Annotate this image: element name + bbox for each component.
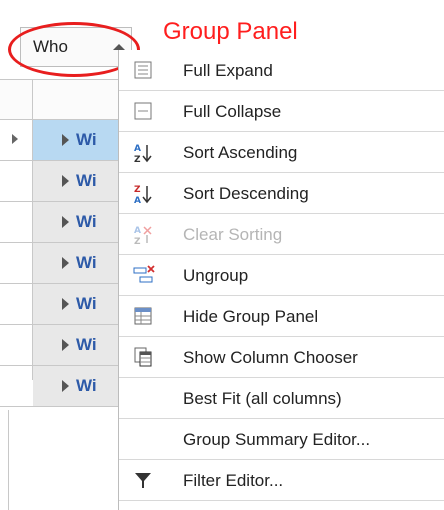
menu-item-ungroup[interactable]: Ungroup <box>119 255 444 296</box>
hide-group-panel-icon <box>133 306 153 326</box>
menu-item-label: Group Summary Editor... <box>183 430 371 449</box>
menu-item-label: Show Column Chooser <box>183 348 358 367</box>
group-row-text: Wi <box>76 335 97 354</box>
expand-row-icon[interactable] <box>62 175 69 187</box>
menu-item-clear-sorting: A Z Clear Sorting <box>119 214 444 255</box>
expand-row-icon[interactable] <box>62 339 69 351</box>
menu-item-label: Full Expand <box>183 61 273 80</box>
full-expand-icon <box>133 60 153 80</box>
focused-row-indicator-icon <box>12 134 18 144</box>
group-row-text: Wi <box>76 376 97 395</box>
group-row-text: Wi <box>76 212 97 231</box>
expand-row-icon[interactable] <box>62 257 69 269</box>
menu-item-best-fit-all-columns[interactable]: Best Fit (all columns) <box>119 378 444 419</box>
svg-text:Z: Z <box>134 185 141 195</box>
expand-row-icon[interactable] <box>62 298 69 310</box>
expand-row-icon[interactable] <box>62 216 69 228</box>
menu-item-label: Hide Group Panel <box>183 307 319 326</box>
group-row-text: Wi <box>76 253 97 272</box>
svg-text:A: A <box>134 196 141 205</box>
group-panel-annotation: Group Panel <box>163 18 298 45</box>
svg-text:Z: Z <box>134 155 141 164</box>
grid-bottom-edge <box>0 410 9 510</box>
menu-item-label: Full Collapse <box>183 102 282 121</box>
group-row-text: Wi <box>76 130 97 149</box>
ungroup-icon <box>133 265 155 285</box>
menu-item-label: Clear Sorting <box>183 225 283 244</box>
svg-text:Z: Z <box>134 237 141 246</box>
column-chooser-icon <box>133 347 153 367</box>
expand-row-icon[interactable] <box>62 134 69 146</box>
filter-icon <box>133 470 153 490</box>
menu-item-group-summary-editor[interactable]: Group Summary Editor... <box>119 419 444 460</box>
expand-row-icon[interactable] <box>62 380 69 392</box>
menu-item-full-collapse[interactable]: Full Collapse <box>119 91 444 132</box>
menu-item-show-column-chooser[interactable]: Show Column Chooser <box>119 337 444 378</box>
group-row-text: Wi <box>76 171 97 190</box>
menu-item-sort-descending[interactable]: Z A Sort Descending <box>119 173 444 214</box>
menu-item-label: Filter Editor... <box>183 471 284 490</box>
menu-item-filter-editor[interactable]: Filter Editor... <box>119 460 444 501</box>
menu-item-label: Best Fit (all columns) <box>183 389 342 408</box>
group-panel-context-menu: Full Expand Full Collapse A Z Sort Ascending… <box>118 50 444 510</box>
menu-item-label: Ungroup <box>183 266 249 285</box>
menu-item-label: Sort Ascending <box>183 143 298 162</box>
clear-sorting-icon: AZ <box>133 224 153 247</box>
menu-item-label: Sort Descending <box>183 184 309 203</box>
sort-descending-icon: ZA <box>133 183 153 206</box>
svg-text:A: A <box>134 144 141 154</box>
menu-item-sort-ascending[interactable]: A Z Sort Ascending <box>119 132 444 173</box>
menu-item-hide-group-panel[interactable]: Hide Group Panel <box>119 296 444 337</box>
svg-text:A: A <box>134 226 141 236</box>
menu-item-full-expand[interactable]: Full Expand <box>119 50 444 91</box>
full-collapse-icon <box>133 101 153 121</box>
group-row-text: Wi <box>76 294 97 313</box>
sort-ascending-icon: AZ <box>133 142 153 165</box>
